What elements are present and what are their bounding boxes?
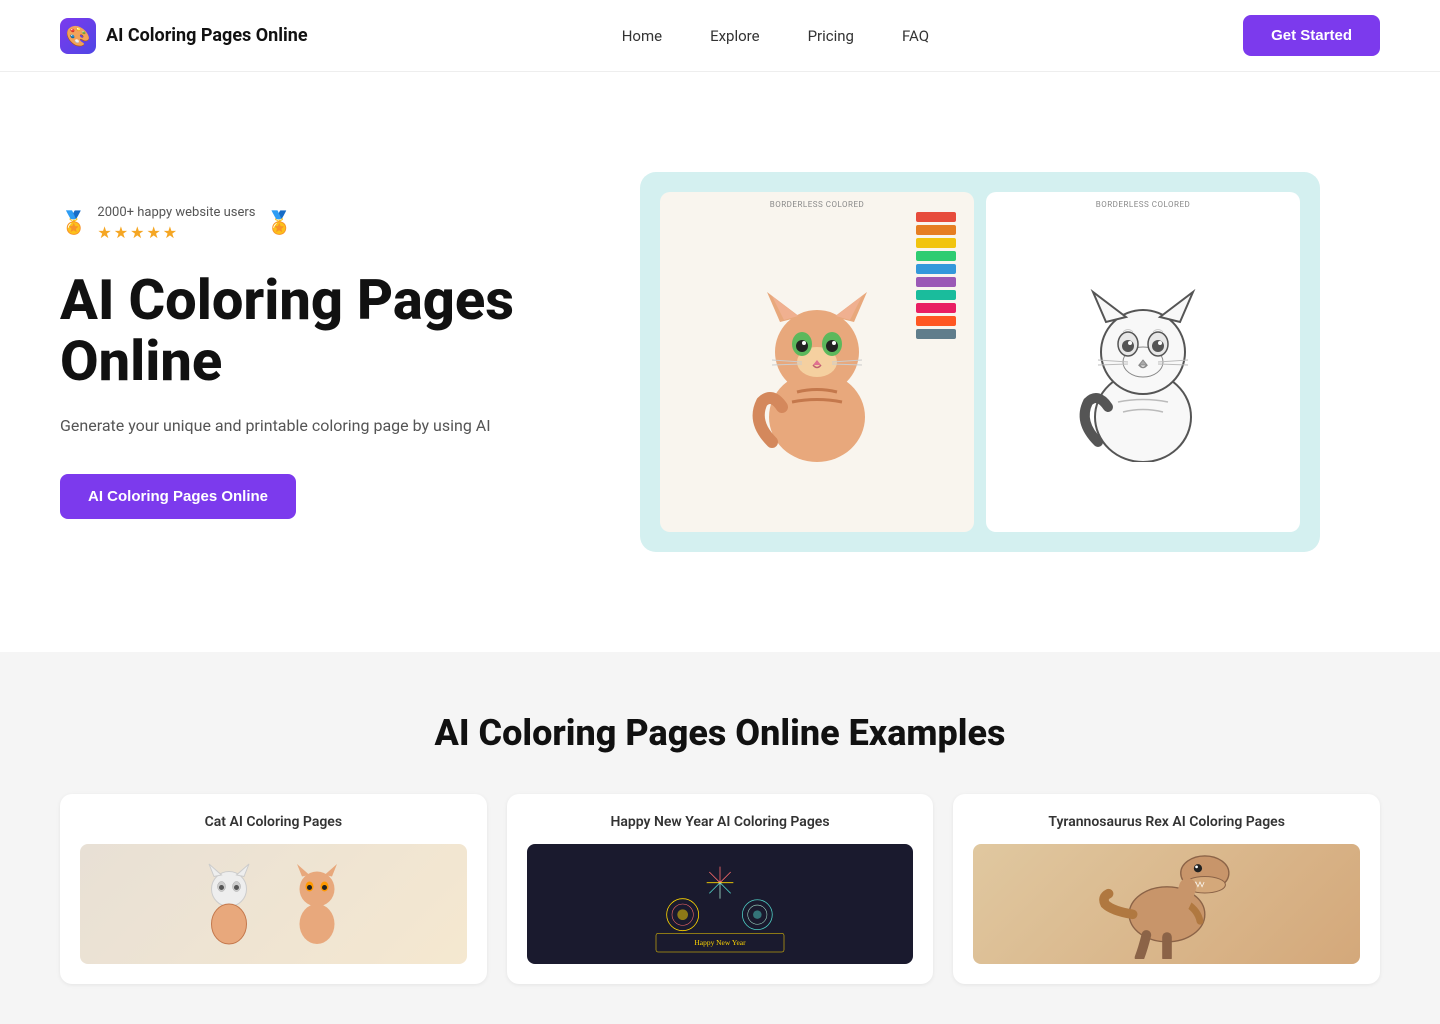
logo-text: AI Coloring Pages Online	[106, 25, 308, 46]
laurel-right-icon: 🏅	[265, 211, 292, 236]
color-pencils	[916, 212, 966, 339]
hero-section: 🏅 2000+ happy website users ★ ★ ★ ★ ★ 🏅 …	[0, 72, 1440, 652]
cats-preview-colored-svg	[277, 854, 357, 954]
example-card-cats: Cat AI Coloring Pages	[60, 794, 487, 984]
hero-title: AI Coloring Pages Online	[60, 270, 540, 393]
hero-image-colored: BORDERLESS COLORED	[660, 192, 974, 532]
hero-right: BORDERLESS COLORED	[580, 172, 1380, 552]
hero-cta-button[interactable]: AI Coloring Pages Online	[60, 474, 296, 519]
examples-title: AI Coloring Pages Online Examples	[60, 712, 1380, 754]
nav-link-explore[interactable]: Explore	[710, 27, 760, 45]
social-proof-text: 2000+ happy website users	[97, 205, 255, 220]
laurel-left-icon: 🏅	[60, 211, 87, 236]
outline-label: BORDERLESS COLORED	[1096, 200, 1190, 209]
star-rating: ★ ★ ★ ★ ★	[97, 223, 255, 242]
outline-cat-svg	[1068, 262, 1218, 462]
example-card-trex-title: Tyrannosaurus Rex AI Coloring Pages	[973, 814, 1360, 830]
logo-icon: 🎨	[60, 18, 96, 54]
hero-description: Generate your unique and printable color…	[60, 413, 540, 439]
cats-preview-svg	[189, 854, 269, 954]
trex-preview-svg	[1097, 849, 1237, 959]
example-card-trex: Tyrannosaurus Rex AI Coloring Pages	[953, 794, 1380, 984]
example-newyear-image: Happy New Year	[527, 844, 914, 964]
colored-cat-svg	[742, 262, 892, 462]
hero-left: 🏅 2000+ happy website users ★ ★ ★ ★ ★ 🏅 …	[60, 205, 580, 520]
star-3: ★	[130, 223, 144, 242]
outline-cat-container: BORDERLESS COLORED	[986, 192, 1300, 532]
nav-link-faq[interactable]: FAQ	[902, 27, 929, 45]
nav-logo[interactable]: 🎨 AI Coloring Pages Online	[60, 18, 308, 54]
colored-label: BORDERLESS COLORED	[770, 200, 864, 209]
hero-image-frame: BORDERLESS COLORED	[640, 172, 1320, 552]
nav-link-home[interactable]: Home	[622, 27, 662, 45]
nav-link-pricing[interactable]: Pricing	[808, 27, 854, 45]
example-card-cats-title: Cat AI Coloring Pages	[80, 814, 467, 830]
svg-text:Happy New Year: Happy New Year	[694, 938, 746, 947]
example-card-newyear: Happy New Year AI Coloring Pages	[507, 794, 934, 984]
example-card-newyear-title: Happy New Year AI Coloring Pages	[527, 814, 914, 830]
colored-cat-illustration: BORDERLESS COLORED	[660, 192, 974, 532]
star-4: ★	[146, 223, 160, 242]
star-2: ★	[114, 223, 128, 242]
example-trex-image	[973, 844, 1360, 964]
star-1: ★	[97, 223, 111, 242]
get-started-button[interactable]: Get Started	[1243, 15, 1380, 56]
nav-links: Home Explore Pricing FAQ	[622, 26, 929, 45]
star-5: ★	[163, 223, 177, 242]
social-proof: 🏅 2000+ happy website users ★ ★ ★ ★ ★ 🏅	[60, 205, 540, 242]
example-cats-image	[80, 844, 467, 964]
examples-section: AI Coloring Pages Online Examples Cat AI…	[0, 652, 1440, 1024]
navbar: 🎨 AI Coloring Pages Online Home Explore …	[0, 0, 1440, 72]
examples-grid: Cat AI Coloring Pages	[60, 794, 1380, 984]
newyear-preview-svg: Happy New Year	[640, 849, 800, 959]
hero-image-outline: BORDERLESS COLORED	[986, 192, 1300, 532]
